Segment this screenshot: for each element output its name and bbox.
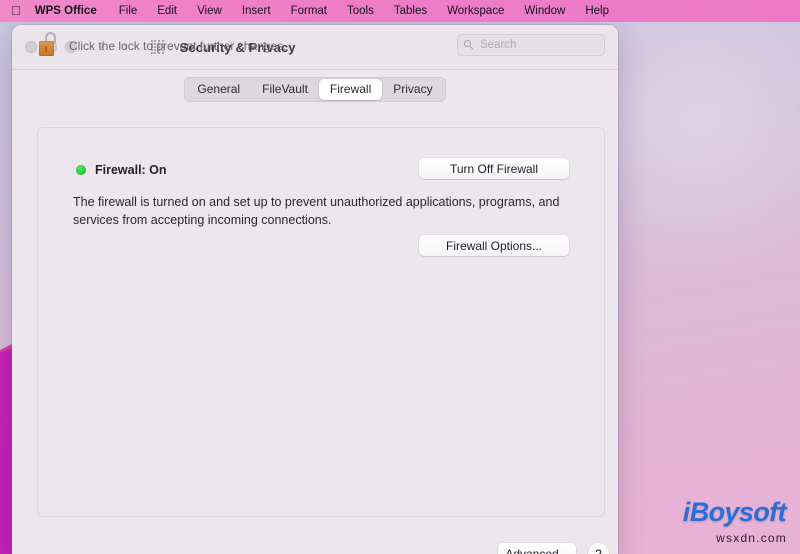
menu-item-tables[interactable]: Tables bbox=[394, 5, 427, 17]
tab-firewall[interactable]: Firewall bbox=[318, 78, 383, 100]
menu-item-view[interactable]: View bbox=[197, 5, 222, 17]
search-icon bbox=[464, 40, 474, 50]
tab-group: General FileVault Firewall Privacy bbox=[184, 76, 446, 102]
firewall-status-row: Firewall: On bbox=[76, 163, 167, 177]
firewall-content-panel: Firewall: On Turn Off Firewall The firew… bbox=[37, 127, 605, 517]
search-input[interactable]: Search bbox=[457, 34, 605, 56]
lock-message: Click the lock to prevent further change… bbox=[69, 39, 287, 53]
turn-off-firewall-button[interactable]: Turn Off Firewall bbox=[419, 158, 569, 179]
tab-filevault[interactable]: FileVault bbox=[251, 79, 319, 100]
close-button[interactable] bbox=[25, 41, 37, 53]
padlock-body bbox=[39, 41, 54, 56]
tab-bar: General FileVault Firewall Privacy bbox=[12, 70, 618, 108]
menu-item-workspace[interactable]: Workspace bbox=[447, 5, 504, 17]
menu-item-edit[interactable]: Edit bbox=[157, 5, 177, 17]
menu-item-window[interactable]: Window bbox=[524, 5, 565, 17]
menu-item-format[interactable]: Format bbox=[291, 5, 327, 17]
security-privacy-window: ‹ › Security & Privacy Search General Fi… bbox=[12, 25, 618, 554]
advanced-button[interactable]: Advanced... bbox=[498, 543, 576, 554]
desktop:  WPS Office File Edit View Insert Forma… bbox=[0, 0, 800, 554]
firewall-description: The firewall is turned on and set up to … bbox=[73, 195, 560, 228]
firewall-status-label: Firewall: On bbox=[95, 163, 167, 177]
search-placeholder: Search bbox=[480, 39, 517, 51]
menu-item-help[interactable]: Help bbox=[585, 5, 609, 17]
menu-item-file[interactable]: File bbox=[119, 5, 138, 17]
status-indicator-dot bbox=[76, 165, 86, 175]
watermark-brand: iBoysoft bbox=[682, 497, 787, 527]
apple-logo-icon[interactable]:  bbox=[11, 4, 21, 17]
watermark-site: wsxdn.com bbox=[716, 531, 787, 545]
menu-item-app-name[interactable]: WPS Office bbox=[35, 5, 97, 17]
menu-bar:  WPS Office File Edit View Insert Forma… bbox=[0, 0, 800, 22]
tab-privacy[interactable]: Privacy bbox=[382, 79, 443, 100]
menu-item-insert[interactable]: Insert bbox=[242, 5, 271, 17]
firewall-options-button[interactable]: Firewall Options... bbox=[419, 235, 569, 256]
menu-item-tools[interactable]: Tools bbox=[347, 5, 374, 17]
unlocked-padlock-icon[interactable] bbox=[39, 32, 61, 57]
tab-general[interactable]: General bbox=[186, 79, 251, 100]
